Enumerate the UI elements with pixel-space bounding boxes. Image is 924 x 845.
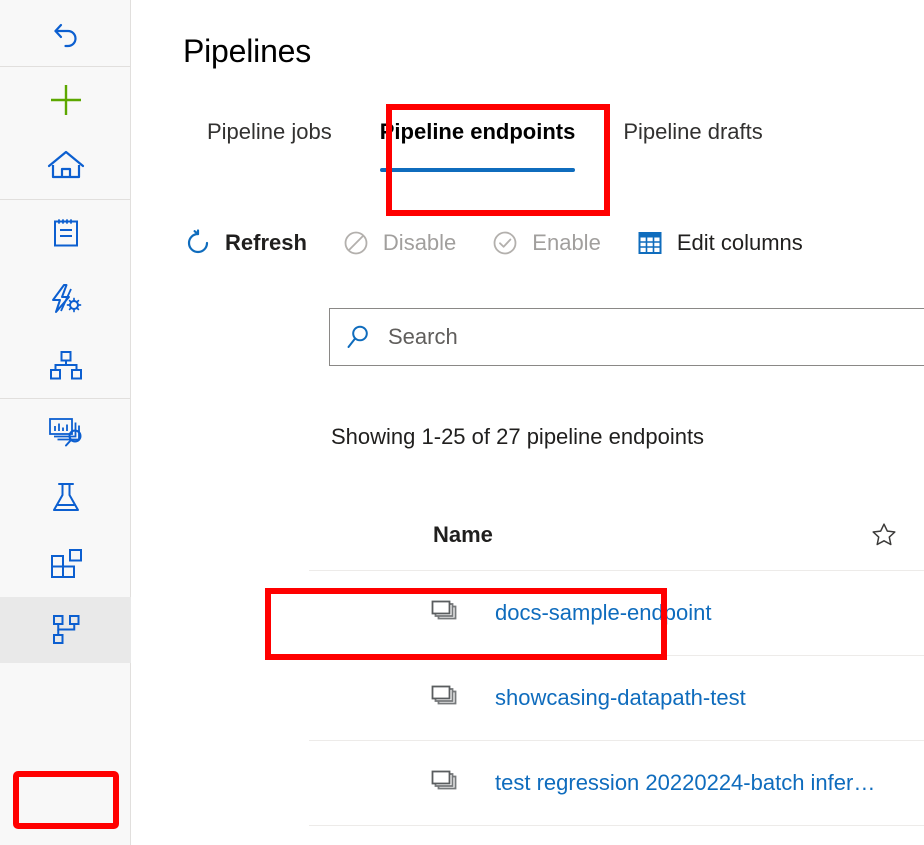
disable-button[interactable]: Disable xyxy=(341,228,456,258)
sidebar-item-notebooks[interactable] xyxy=(0,200,131,266)
endpoint-link[interactable]: docs-sample-endpoint xyxy=(495,599,711,627)
disable-label: Disable xyxy=(383,229,456,257)
pipeline-icon xyxy=(46,611,86,649)
data-search-icon xyxy=(44,412,88,452)
table-columns-icon xyxy=(635,228,665,258)
column-header-name[interactable]: Name xyxy=(433,522,493,548)
stacked-windows-icon xyxy=(429,766,463,800)
main-content: Pipelines Pipeline jobs Pipeline endpoin… xyxy=(131,0,924,845)
edit-columns-label: Edit columns xyxy=(677,229,803,257)
sidebar xyxy=(0,0,131,845)
endpoint-link[interactable]: showcasing-datapath-test xyxy=(495,684,746,712)
command-bar: Refresh Disable Enable xyxy=(183,228,837,258)
edit-columns-button[interactable]: Edit columns xyxy=(635,228,803,258)
tab-pipeline-drafts-label: Pipeline drafts xyxy=(623,119,762,144)
tab-pipeline-endpoints[interactable]: Pipeline endpoints xyxy=(356,118,600,146)
enable-button[interactable]: Enable xyxy=(490,228,601,258)
table-row[interactable]: showcasing-datapath-test xyxy=(309,656,924,741)
back-arrow-icon xyxy=(46,13,86,53)
sidebar-item-designer[interactable] xyxy=(0,332,131,398)
search-placeholder: Search xyxy=(388,323,458,351)
star-outline-icon[interactable] xyxy=(869,520,899,550)
enable-label: Enable xyxy=(532,229,601,257)
blocks-icon xyxy=(46,545,86,583)
sidebar-item-pipelines[interactable] xyxy=(0,597,131,663)
sidebar-item-automated-ml[interactable] xyxy=(0,266,131,332)
sidebar-item-components[interactable] xyxy=(0,531,131,597)
tab-underline xyxy=(380,168,576,172)
sidebar-item-experiments[interactable] xyxy=(0,465,131,531)
tab-pipeline-endpoints-label: Pipeline endpoints xyxy=(380,119,576,144)
tab-pipeline-jobs-label: Pipeline jobs xyxy=(207,119,332,144)
sidebar-group-create xyxy=(0,66,130,199)
sidebar-group-navigation xyxy=(0,0,130,66)
page-title: Pipelines xyxy=(183,30,311,72)
table-header-row: Name xyxy=(309,500,924,571)
home-icon xyxy=(45,146,87,186)
refresh-label: Refresh xyxy=(225,229,307,257)
sidebar-item-new[interactable] xyxy=(0,67,131,133)
check-circle-icon xyxy=(490,228,520,258)
tab-list: Pipeline jobs Pipeline endpoints Pipelin… xyxy=(183,118,787,146)
plus-icon xyxy=(44,78,88,122)
flask-icon xyxy=(46,478,86,518)
endpoint-link[interactable]: test regression 20220224-batch infer… xyxy=(495,769,875,797)
search-input[interactable]: Search xyxy=(329,308,924,366)
sitemap-icon xyxy=(46,347,86,383)
sidebar-item-back[interactable] xyxy=(0,0,131,66)
pipeline-endpoints-table: Name docs-sample-endpoint xyxy=(309,500,924,845)
table-row[interactable]: docs-sample-endpoint xyxy=(309,571,924,656)
sidebar-group-authoring xyxy=(0,199,130,398)
tab-pipeline-jobs[interactable]: Pipeline jobs xyxy=(183,118,356,146)
lightning-gear-icon xyxy=(45,279,87,319)
block-icon xyxy=(341,228,371,258)
sidebar-item-home[interactable] xyxy=(0,133,131,199)
refresh-icon xyxy=(183,228,213,258)
sidebar-group-assets xyxy=(0,398,130,663)
results-count-label: Showing 1-25 of 27 pipeline endpoints xyxy=(331,422,704,452)
search-icon xyxy=(344,322,374,352)
sidebar-item-datasets[interactable] xyxy=(0,399,131,465)
refresh-button[interactable]: Refresh xyxy=(183,228,307,258)
stacked-windows-icon xyxy=(429,681,463,715)
app-root: Pipelines Pipeline jobs Pipeline endpoin… xyxy=(0,0,924,845)
tab-pipeline-drafts[interactable]: Pipeline drafts xyxy=(599,118,786,146)
table-row[interactable]: test regression 20220224-batch infer… xyxy=(309,741,924,826)
stacked-windows-icon xyxy=(429,596,463,630)
notebook-icon xyxy=(46,213,86,253)
